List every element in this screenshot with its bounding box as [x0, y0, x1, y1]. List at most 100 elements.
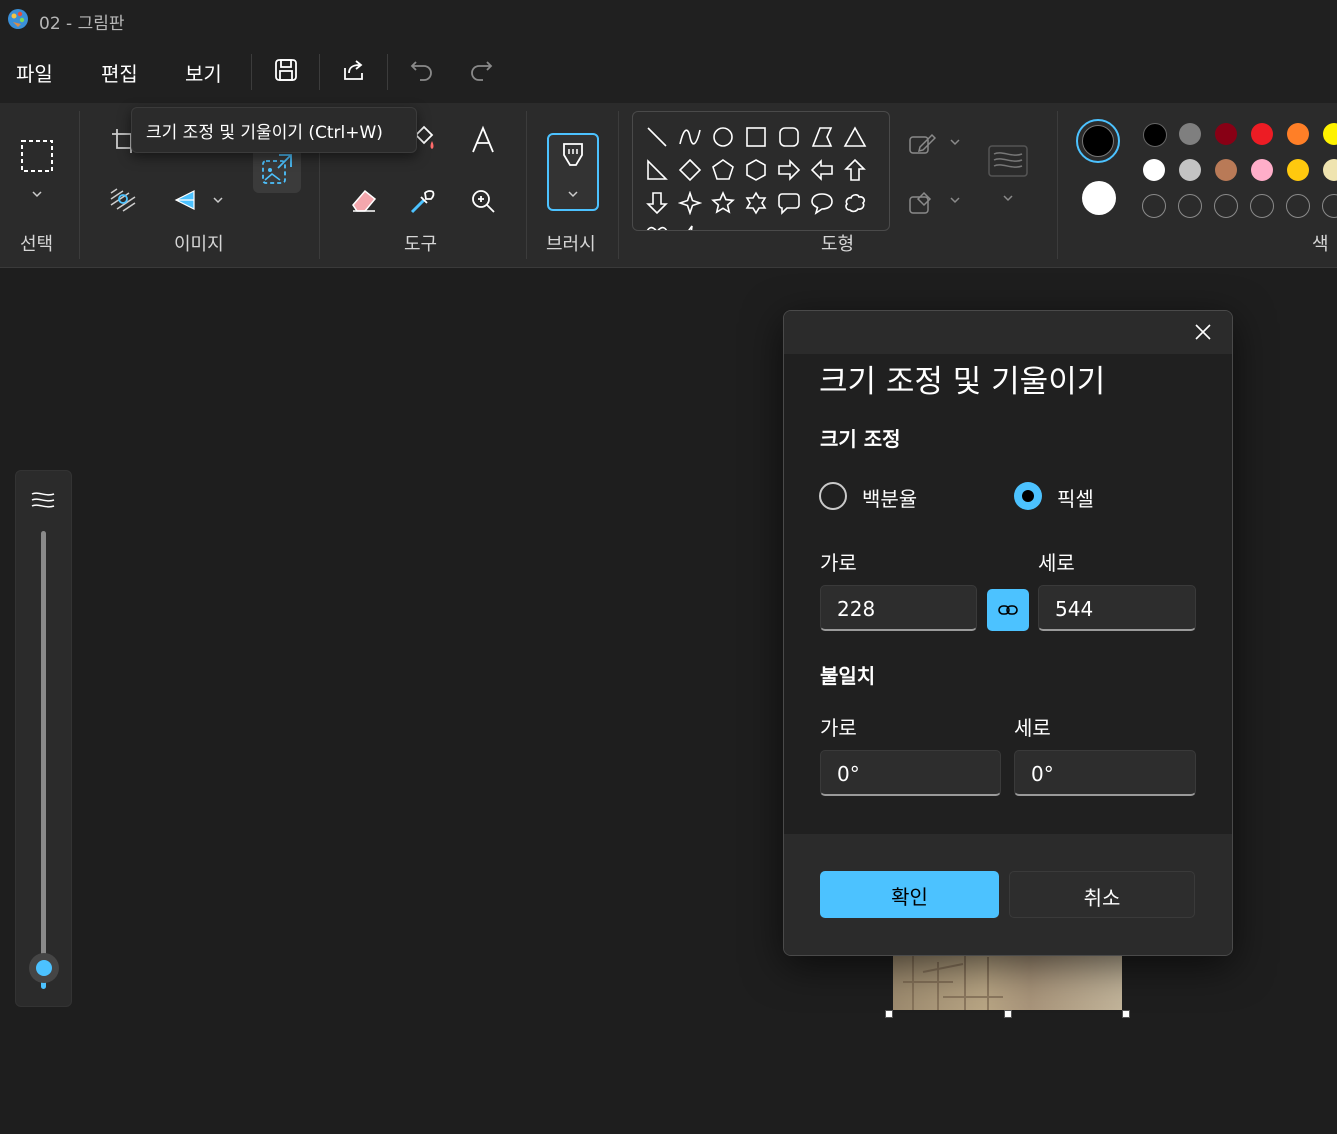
menu-file[interactable]: 파일 — [16, 58, 53, 87]
rounded-rectangle-shape-icon[interactable] — [777, 125, 801, 149]
dialog-header — [784, 311, 1232, 354]
close-icon[interactable] — [1192, 321, 1214, 343]
menu-bar: 파일 편집 보기 — [0, 40, 1337, 103]
color-swatch[interactable] — [1287, 159, 1309, 181]
cancel-button[interactable]: 취소 — [1009, 871, 1195, 918]
oval-shape-icon[interactable] — [711, 125, 735, 149]
skew-vertical-input[interactable]: 0° — [1014, 750, 1196, 796]
custom-color-slot[interactable] — [1250, 194, 1274, 218]
share-icon[interactable] — [340, 56, 368, 84]
six-point-star-shape-icon[interactable] — [744, 191, 768, 215]
rectangle-callout-shape-icon[interactable] — [777, 191, 801, 215]
rotate-icon[interactable] — [172, 187, 198, 213]
color-swatch[interactable] — [1143, 159, 1165, 181]
percent-radio-label[interactable]: 백분율 — [862, 483, 917, 512]
brush-size-icon[interactable] — [988, 145, 1028, 177]
secondary-color-swatch[interactable] — [1082, 181, 1116, 215]
resize-handle[interactable] — [1004, 1010, 1012, 1018]
triangle-shape-icon[interactable] — [843, 125, 867, 149]
brush-button[interactable] — [547, 133, 599, 211]
menu-divider — [251, 54, 252, 90]
skew-horizontal-input[interactable]: 0° — [820, 750, 1001, 796]
diamond-shape-icon[interactable] — [678, 158, 702, 182]
rectangle-select-icon[interactable] — [20, 139, 54, 173]
pixel-radio[interactable] — [1014, 482, 1042, 510]
window-title: 02 - 그림판 — [39, 14, 125, 34]
up-arrow-shape-icon[interactable] — [843, 158, 867, 182]
left-arrow-shape-icon[interactable] — [810, 158, 834, 182]
shape-outline-icon[interactable] — [908, 131, 936, 157]
pixel-radio-label[interactable]: 픽셀 — [1057, 483, 1094, 512]
chevron-down-icon[interactable] — [211, 193, 225, 207]
color-swatch[interactable] — [1251, 159, 1273, 181]
color-swatch[interactable] — [1251, 123, 1273, 145]
width-input[interactable]: 228 — [820, 585, 977, 631]
resize-handle[interactable] — [1122, 1010, 1130, 1018]
eraser-icon[interactable] — [349, 187, 379, 215]
color-swatch[interactable] — [1323, 123, 1337, 145]
save-icon[interactable] — [272, 56, 300, 84]
four-point-star-shape-icon[interactable] — [678, 191, 702, 215]
text-icon[interactable] — [469, 125, 497, 155]
line-shape-icon[interactable] — [645, 125, 669, 149]
chevron-down-icon[interactable] — [30, 187, 44, 201]
color-swatch[interactable] — [1179, 159, 1201, 181]
group-label-tools: 도구 — [404, 234, 438, 255]
canvas-image[interactable] — [893, 952, 1122, 1010]
custom-color-slot[interactable] — [1286, 194, 1310, 218]
skew-vertical-label: 세로 — [1014, 716, 1051, 740]
brush-size-slider-track[interactable] — [41, 531, 46, 961]
custom-color-slot[interactable] — [1214, 194, 1238, 218]
stroke-size-icon — [31, 492, 55, 508]
color-swatch[interactable] — [1287, 123, 1309, 145]
color-swatch[interactable] — [1143, 123, 1167, 147]
primary-color-selector[interactable] — [1076, 119, 1120, 163]
oval-callout-shape-icon[interactable] — [810, 191, 834, 215]
maintain-aspect-ratio-button[interactable] — [987, 589, 1029, 631]
ribbon-divider — [526, 111, 527, 259]
undo-icon[interactable] — [408, 56, 436, 84]
ribbon-divider — [618, 111, 619, 259]
right-arrow-shape-icon[interactable] — [777, 158, 801, 182]
ok-button[interactable]: 확인 — [820, 871, 999, 918]
menu-view[interactable]: 보기 — [185, 58, 222, 87]
hexagon-shape-icon[interactable] — [744, 158, 768, 182]
chevron-down-icon[interactable] — [1001, 191, 1015, 205]
redo-icon[interactable] — [467, 56, 495, 84]
paint-app-icon — [8, 9, 28, 29]
brush-size-slider-thumb[interactable] — [29, 953, 59, 983]
title-bar: 02 - 그림판 — [0, 0, 1337, 40]
height-input[interactable]: 544 — [1038, 585, 1196, 631]
polygon-shape-icon[interactable] — [810, 125, 834, 149]
lightning-shape-icon[interactable] — [678, 224, 702, 231]
color-picker-icon[interactable] — [409, 187, 437, 215]
menu-edit[interactable]: 편집 — [101, 58, 138, 87]
color-swatch[interactable] — [1179, 123, 1201, 145]
custom-color-slot[interactable] — [1322, 194, 1337, 218]
color-swatch[interactable] — [1215, 123, 1237, 145]
skew-vertical-value: 0° — [1031, 762, 1054, 786]
magnifier-icon[interactable] — [470, 188, 496, 214]
custom-color-slot[interactable] — [1142, 194, 1166, 218]
custom-color-slot[interactable] — [1178, 194, 1202, 218]
pentagon-shape-icon[interactable] — [711, 158, 735, 182]
remove-background-icon[interactable] — [108, 187, 138, 215]
chevron-down-icon[interactable] — [948, 135, 962, 149]
shape-fill-icon[interactable] — [908, 189, 936, 215]
cloud-callout-shape-icon[interactable] — [843, 191, 867, 215]
chevron-down-icon — [568, 191, 578, 198]
down-arrow-shape-icon[interactable] — [645, 191, 669, 215]
chevron-down-icon[interactable] — [948, 193, 962, 207]
curve-shape-icon[interactable] — [678, 125, 702, 149]
resize-handle[interactable] — [885, 1010, 893, 1018]
width-input-value: 228 — [837, 597, 876, 621]
skew-horizontal-value: 0° — [837, 762, 860, 786]
color-swatch[interactable] — [1323, 159, 1337, 181]
rectangle-shape-icon[interactable] — [744, 125, 768, 149]
color-swatch[interactable] — [1215, 159, 1237, 181]
right-triangle-shape-icon[interactable] — [645, 158, 669, 182]
primary-color-swatch — [1082, 125, 1114, 157]
percent-radio[interactable] — [819, 482, 847, 510]
five-point-star-shape-icon[interactable] — [711, 191, 735, 215]
heart-shape-icon[interactable] — [645, 224, 669, 231]
